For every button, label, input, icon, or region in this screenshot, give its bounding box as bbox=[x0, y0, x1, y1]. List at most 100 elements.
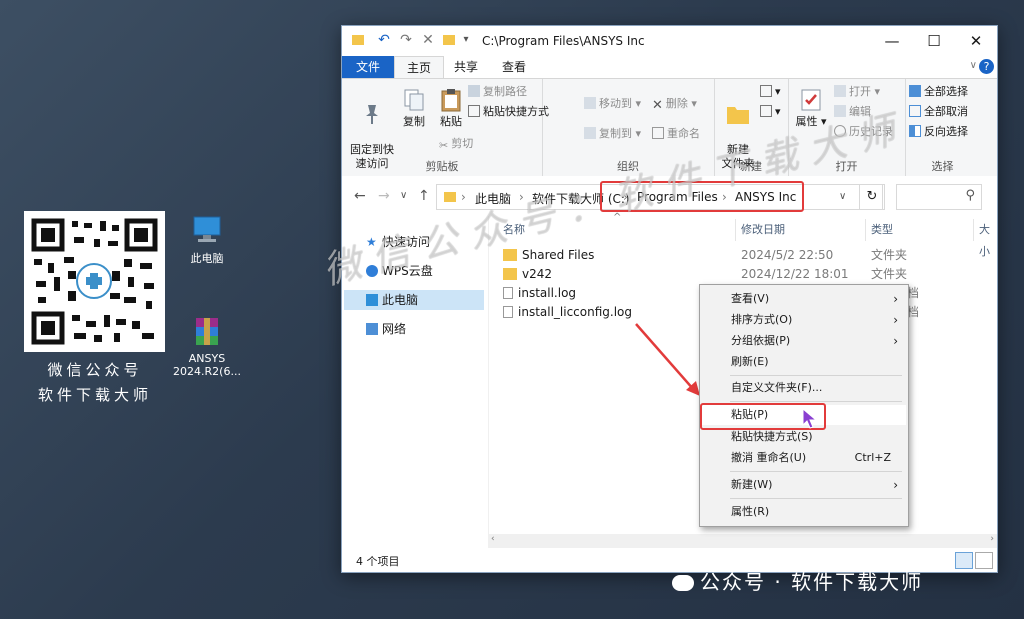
item-count: 4 个项目 bbox=[356, 555, 400, 568]
menu-item-sort[interactable]: 排序方式(O) › bbox=[702, 310, 906, 330]
column-size[interactable]: 大小 bbox=[979, 219, 997, 258]
column-divider[interactable] bbox=[973, 219, 974, 241]
delete-icon[interactable]: ✕ bbox=[420, 32, 436, 48]
move-icon bbox=[584, 97, 596, 109]
copy-path-icon bbox=[468, 85, 480, 97]
address-dropdown-icon[interactable]: ∨ bbox=[839, 191, 846, 202]
file-row-v242[interactable]: v242 bbox=[503, 265, 552, 284]
file-modified: 2024/12/22 18:01 bbox=[741, 267, 849, 281]
copy-to-icon bbox=[584, 127, 596, 139]
history-icon bbox=[834, 125, 846, 137]
desktop-icon-ansys-archive[interactable]: ANSYS 2024.R2(6... bbox=[171, 289, 243, 391]
rename-button[interactable]: 重命名 bbox=[652, 125, 700, 143]
group-label: 组织 bbox=[617, 160, 639, 173]
nav-wps-cloud[interactable]: WPS云盘 bbox=[344, 261, 484, 281]
ribbon-group-clipboard: 固定到快 速访问 复制 粘贴 复制路径 粘贴快捷方式 ✂ 剪切 剪贴板 bbox=[342, 79, 549, 177]
nav-this-pc[interactable]: 此电脑 bbox=[344, 290, 484, 310]
ribbon-collapse-icon[interactable]: ∨ bbox=[970, 60, 977, 71]
select-none-icon bbox=[909, 105, 921, 117]
menu-item-paste-shortcut[interactable]: 粘贴快捷方式(S) bbox=[702, 427, 906, 447]
up-arrow-icon[interactable]: ↑ bbox=[418, 188, 430, 204]
column-divider[interactable] bbox=[865, 219, 866, 241]
ribbon-group-new: 新建 文件夹 ▾ ▾ 新建 bbox=[714, 79, 789, 177]
open-button[interactable]: 打开 ▾ bbox=[834, 83, 880, 101]
undo-icon[interactable]: ↶ bbox=[376, 32, 392, 48]
tab-share[interactable]: 共享 bbox=[442, 56, 490, 78]
redo-icon[interactable]: ↷ bbox=[398, 32, 414, 48]
text-file-icon bbox=[503, 306, 513, 318]
new-item-button[interactable]: ▾ bbox=[760, 83, 781, 101]
customize-toolbar-icon[interactable]: ▾ bbox=[458, 32, 474, 48]
menu-item-undo-rename[interactable]: 撤消 重命名(U) Ctrl+Z bbox=[702, 448, 906, 468]
minimize-button[interactable]: — bbox=[871, 26, 913, 56]
forward-arrow-icon[interactable]: → bbox=[378, 188, 390, 204]
history-button[interactable]: 历史记录 bbox=[834, 123, 893, 141]
close-button[interactable]: ✕ bbox=[955, 26, 997, 56]
group-label: 打开 bbox=[835, 160, 858, 173]
folder-icon bbox=[503, 268, 517, 280]
file-row-install-licconfig-log[interactable]: install_licconfig.log bbox=[503, 303, 632, 322]
paste-button[interactable]: 粘贴 bbox=[434, 87, 468, 129]
open-icon bbox=[834, 85, 846, 97]
properties-button[interactable]: 属性 ▾ bbox=[794, 87, 828, 129]
search-input[interactable]: ⚲ bbox=[896, 184, 982, 210]
menu-item-new[interactable]: 新建(W) › bbox=[702, 475, 906, 495]
file-row-install-log[interactable]: install.log bbox=[503, 284, 576, 303]
nav-quick-access[interactable]: ★ 快速访问 bbox=[344, 232, 484, 252]
move-to-button[interactable]: 移动到 ▾ bbox=[584, 95, 641, 113]
easy-access-button[interactable]: ▾ bbox=[760, 103, 781, 121]
tab-view[interactable]: 查看 bbox=[490, 56, 538, 78]
select-all-button[interactable]: 全部选择 bbox=[909, 83, 968, 101]
desktop-icon-label: 此电脑 bbox=[190, 252, 224, 265]
ribbon-group-open: 属性 ▾ 打开 ▾ 编辑 历史记录 打开 bbox=[788, 79, 906, 177]
scroll-left-icon[interactable]: ‹ bbox=[491, 534, 495, 544]
refresh-icon[interactable]: ↻ bbox=[859, 184, 885, 210]
recent-locations-icon[interactable]: ∨ bbox=[400, 190, 407, 201]
folder-icon bbox=[443, 189, 457, 206]
easy-access-icon bbox=[760, 105, 772, 117]
invert-selection-button[interactable]: 反向选择 bbox=[909, 123, 968, 141]
nav-network[interactable]: 网络 bbox=[344, 319, 484, 339]
details-view-icon[interactable] bbox=[955, 552, 973, 569]
copy-button[interactable]: 复制 bbox=[398, 87, 430, 129]
menu-separator bbox=[730, 375, 902, 376]
select-none-button[interactable]: 全部取消 bbox=[909, 103, 968, 121]
column-type[interactable]: 类型 bbox=[871, 219, 893, 241]
file-row-shared-files[interactable]: Shared Files bbox=[503, 246, 594, 265]
text-file-icon bbox=[503, 287, 513, 299]
tab-file[interactable]: 文件 bbox=[342, 56, 395, 78]
cut-button[interactable]: ✂ 剪切 bbox=[439, 135, 473, 153]
column-divider[interactable] bbox=[735, 219, 736, 241]
edit-icon bbox=[834, 105, 846, 117]
shortcut-icon bbox=[468, 105, 480, 117]
tiles-view-icon[interactable] bbox=[975, 552, 993, 569]
file-modified: 2024/5/2 22:50 bbox=[741, 248, 834, 262]
maximize-button[interactable]: ☐ bbox=[913, 26, 955, 56]
menu-item-view[interactable]: 查看(V) › bbox=[702, 289, 906, 309]
folder-icon bbox=[441, 32, 457, 48]
copy-to-button[interactable]: 复制到 ▾ bbox=[584, 125, 641, 143]
group-label: 剪贴板 bbox=[425, 160, 459, 173]
tab-home[interactable]: 主页 bbox=[394, 56, 445, 80]
file-type: 文件夹 bbox=[871, 267, 908, 281]
menu-item-refresh[interactable]: 刷新(E) bbox=[702, 352, 906, 372]
menu-item-group[interactable]: 分组依据(P) › bbox=[702, 331, 906, 351]
help-icon[interactable]: ? bbox=[979, 59, 994, 74]
computer-icon bbox=[190, 213, 224, 247]
desktop-icon-this-pc[interactable]: 此电脑 bbox=[171, 213, 243, 266]
column-name[interactable]: 名称 bbox=[503, 219, 525, 241]
paste-shortcut-button[interactable]: 粘贴快捷方式 bbox=[468, 103, 549, 121]
scroll-right-icon[interactable]: › bbox=[990, 534, 994, 544]
qr-caption-line1: 微信公众号 bbox=[47, 361, 143, 379]
menu-item-properties[interactable]: 属性(R) bbox=[702, 502, 906, 522]
delete-button[interactable]: ✕ 删除 ▾ bbox=[652, 95, 697, 113]
column-modified[interactable]: 修改日期 bbox=[741, 219, 785, 241]
back-arrow-icon[interactable]: ← bbox=[354, 188, 366, 204]
new-item-icon bbox=[760, 85, 772, 97]
horizontal-scrollbar[interactable]: ‹ › bbox=[488, 534, 997, 548]
menu-item-customize[interactable]: 自定义文件夹(F)... bbox=[702, 378, 906, 398]
copy-path-button[interactable]: 复制路径 bbox=[468, 83, 527, 101]
shortcut-label: Ctrl+Z bbox=[854, 451, 891, 464]
edit-button[interactable]: 编辑 bbox=[834, 103, 871, 121]
breadcrumb-this-pc[interactable]: 此电脑 bbox=[475, 190, 511, 207]
